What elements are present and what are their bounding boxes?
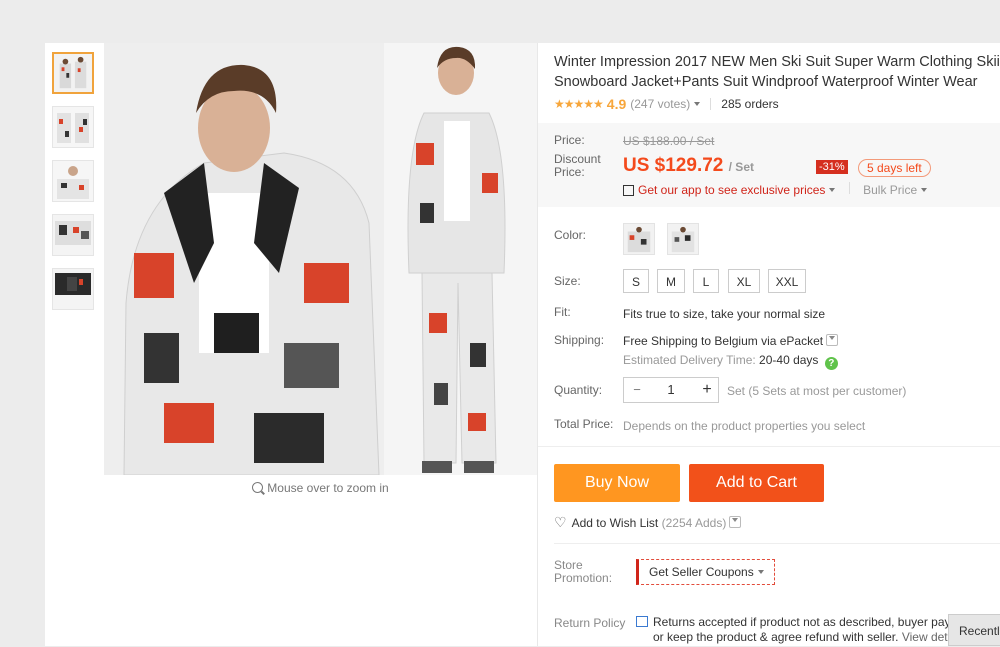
- qr-code-icon: [623, 185, 634, 196]
- chevron-down-icon: [829, 188, 836, 192]
- seller-coupons-button[interactable]: Get Seller Coupons: [636, 559, 775, 585]
- seller-coupons-label: Get Seller Coupons: [649, 565, 754, 579]
- thumbnail-2[interactable]: [52, 106, 94, 148]
- total-price-value: Depends on the product properties you se…: [623, 419, 866, 433]
- section-divider: [554, 543, 1000, 544]
- discount-badge: -31%: [816, 160, 848, 174]
- thumbnail-5[interactable]: [52, 268, 94, 310]
- store-promotion-label: Store Promotion:: [554, 559, 624, 585]
- days-left-badge: 5 days left: [858, 159, 931, 177]
- fit-value: Fits true to size, take your normal size: [623, 307, 826, 321]
- delivery-prefix: Estimated Delivery Time:: [623, 353, 756, 367]
- wish-list-label: Add to Wish List: [571, 516, 659, 530]
- color-label: Color:: [554, 228, 587, 242]
- thumbnail-3[interactable]: [52, 160, 94, 202]
- buy-now-button[interactable]: Buy Now: [554, 464, 680, 502]
- zoom-hint: Mouse over to zoom in: [104, 481, 537, 495]
- return-line-2: or keep the product & agree refund with …: [653, 630, 899, 644]
- magnifier-icon: [252, 482, 264, 493]
- discount-price-value: US $129.72: [623, 155, 724, 176]
- rating-stars-icon: ★★★★★: [554, 97, 604, 111]
- zoom-hint-text: Mouse over to zoom in: [267, 481, 389, 495]
- orders-count: 285 orders: [721, 97, 779, 111]
- size-option-l[interactable]: L: [693, 269, 719, 293]
- title-line-1: Winter Impression 2017 NEW Men Ski Suit …: [554, 54, 1000, 70]
- price-label: Price:: [554, 133, 585, 147]
- quantity-stepper: − 1 +: [623, 377, 719, 403]
- product-info: Winter Impression 2017 NEW Men Ski Suit …: [538, 43, 1000, 644]
- discount-label-line-2: Price:: [554, 165, 585, 179]
- quantity-label: Quantity:: [554, 383, 603, 397]
- return-policy-icon: [636, 616, 648, 627]
- color-swatch-2[interactable]: [667, 223, 699, 255]
- size-option-m[interactable]: M: [657, 269, 685, 293]
- separator: [848, 182, 850, 194]
- wish-list-count: (2254 Adds): [661, 516, 727, 530]
- heart-icon: ♡: [554, 514, 567, 530]
- fit-label: Fit:: [554, 305, 571, 319]
- chevron-down-icon: [921, 188, 928, 192]
- color-swatch-1[interactable]: [623, 223, 655, 255]
- delivery-time: Estimated Delivery Time: 20-40 days ?: [623, 353, 838, 370]
- app-promo[interactable]: Get our app to see exclusive prices Bulk…: [623, 182, 928, 197]
- wish-list-link[interactable]: ♡ Add to Wish List (2254 Adds): [554, 514, 742, 531]
- rating-score: 4.9: [606, 96, 627, 112]
- original-price: US $188.00 / Set: [623, 134, 715, 148]
- quantity-decrease-button[interactable]: −: [624, 378, 650, 402]
- main-product-image[interactable]: [104, 43, 537, 475]
- chevron-down-icon: [757, 570, 764, 574]
- chevron-down-icon[interactable]: [826, 334, 839, 346]
- shipping-method[interactable]: Free Shipping to Belgium via ePacket: [623, 334, 839, 348]
- thumbnail-list: [52, 52, 96, 322]
- separator: [710, 98, 712, 110]
- price-unit: / Set: [728, 160, 754, 174]
- quantity-increase-button[interactable]: +: [694, 378, 720, 402]
- return-policy-label: Return Policy: [554, 616, 626, 630]
- return-line-1: Returns accepted if product not as descr…: [653, 615, 957, 629]
- discount-price: US $129.72 / Set: [623, 155, 754, 177]
- size-option-xxl[interactable]: XXL: [768, 269, 806, 293]
- app-promo-text: Get our app to see exclusive prices: [638, 183, 826, 197]
- bulk-price-link[interactable]: Bulk Price: [863, 183, 917, 197]
- delivery-days: 20-40 days: [759, 353, 819, 367]
- add-to-cart-button[interactable]: Add to Cart: [689, 464, 824, 502]
- product-page: Mouse over to zoom in Winter Impression …: [45, 43, 1000, 646]
- product-title: Winter Impression 2017 NEW Men Ski Suit …: [554, 52, 1000, 92]
- recently-viewed-tab[interactable]: Recentl: [948, 614, 1000, 646]
- total-price-label: Total Price:: [554, 417, 614, 431]
- size-option-s[interactable]: S: [623, 269, 649, 293]
- quantity-input[interactable]: 1: [650, 378, 692, 402]
- discount-price-label: Discount Price:: [554, 153, 624, 179]
- thumbnail-4[interactable]: [52, 214, 94, 256]
- shipping-label: Shipping:: [554, 333, 605, 347]
- votes-link[interactable]: (247 votes): [630, 97, 690, 111]
- size-label: Size:: [554, 274, 581, 288]
- chevron-down-icon[interactable]: [729, 516, 742, 528]
- rating-row: ★★★★★ 4.9 (247 votes) 285 orders: [554, 95, 1000, 113]
- size-option-xl[interactable]: XL: [728, 269, 760, 293]
- chevron-down-icon[interactable]: [694, 102, 701, 106]
- thumbnail-1[interactable]: [52, 52, 94, 94]
- section-divider: [538, 446, 1000, 447]
- quantity-note: Set (5 Sets at most per customer): [727, 384, 907, 398]
- promo-label-line-2: Promotion:: [554, 571, 613, 585]
- help-icon[interactable]: ?: [824, 357, 838, 370]
- title-line-2: Snowboard Jacket+Pants Suit Windproof Wa…: [554, 74, 978, 90]
- return-policy-text: Returns accepted if product not as descr…: [636, 615, 957, 645]
- shipping-value: Free Shipping to Belgium via ePacket: [623, 334, 824, 348]
- view-details-link[interactable]: View deta: [902, 630, 954, 644]
